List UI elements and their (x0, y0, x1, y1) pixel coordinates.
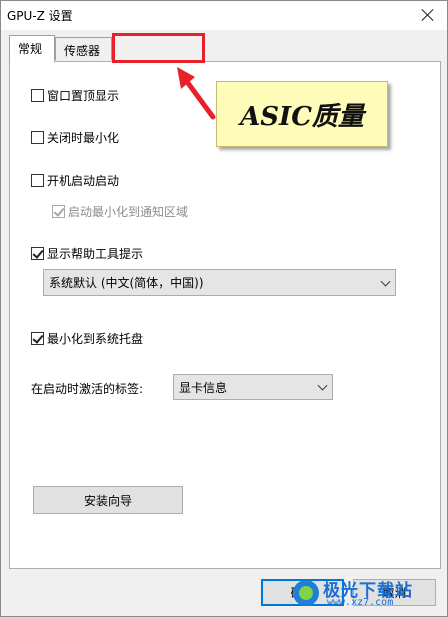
settings-window: GPU-Z 设置 常规 传感器 窗口置顶显示 关闭时最小化 开机启动启动 启动最… (0, 0, 448, 617)
minimize-to-tray-label: 最小化到系统托盘 (47, 332, 144, 346)
tab-sensors[interactable]: 传感器 (55, 37, 112, 60)
option-show-tooltips[interactable]: 显示帮助工具提示 (31, 245, 143, 262)
chevron-down-icon (380, 276, 391, 287)
annotation-callout: ASIC质量 (216, 81, 388, 147)
install-wizard-button[interactable]: 安装向导 (33, 486, 183, 514)
close-icon[interactable] (417, 4, 439, 26)
option-minimize-to-tray[interactable]: 最小化到系统托盘 (31, 330, 143, 347)
language-select-value: 系统默认 (中文(简体，中国)) (49, 276, 204, 290)
watermark-url: www.xz7.com (327, 597, 394, 608)
chevron-down-icon (317, 380, 328, 391)
start-with-windows-checkbox[interactable] (31, 174, 44, 187)
always-on-top-checkbox[interactable] (31, 89, 44, 102)
start-with-windows-label: 开机启动启动 (47, 174, 120, 188)
tab-general[interactable]: 常规 (9, 35, 55, 62)
install-wizard-label: 安装向导 (83, 493, 132, 508)
close-minimizes-checkbox[interactable] (31, 131, 44, 144)
option-start-with-windows[interactable]: 开机启动启动 (31, 172, 119, 189)
language-select[interactable]: 系统默认 (中文(简体，中国)) (43, 269, 396, 296)
title-bar: GPU-Z 设置 (1, 1, 447, 30)
window-title: GPU-Z 设置 (7, 9, 73, 23)
show-tooltips-label: 显示帮助工具提示 (47, 247, 144, 261)
startup-tab-select-value: 显卡信息 (179, 380, 228, 395)
option-start-minimized-tray[interactable]: 启动最小化到通知区域 (52, 203, 188, 220)
minimize-to-tray-checkbox[interactable] (31, 332, 44, 345)
close-minimizes-label: 关闭时最小化 (47, 131, 120, 145)
watermark: 极光下载站 www.xz7.com (293, 576, 443, 612)
start-minimized-tray-checkbox[interactable] (52, 205, 65, 218)
tab-general-label: 常规 (18, 42, 43, 56)
option-always-on-top[interactable]: 窗口置顶显示 (31, 87, 119, 104)
startup-tab-select[interactable]: 显卡信息 (173, 374, 333, 400)
tab-sensors-label: 传感器 (64, 44, 101, 58)
annotation-text: ASIC质量 (240, 101, 364, 132)
option-close-minimizes[interactable]: 关闭时最小化 (31, 129, 119, 146)
aurora-logo-icon (293, 580, 319, 606)
startup-tab-label: 在启动时激活的标签: (31, 382, 144, 396)
highlight-box (112, 33, 205, 63)
always-on-top-label: 窗口置顶显示 (47, 89, 120, 103)
show-tooltips-checkbox[interactable] (31, 247, 44, 260)
start-minimized-tray-label: 启动最小化到通知区域 (68, 205, 189, 219)
